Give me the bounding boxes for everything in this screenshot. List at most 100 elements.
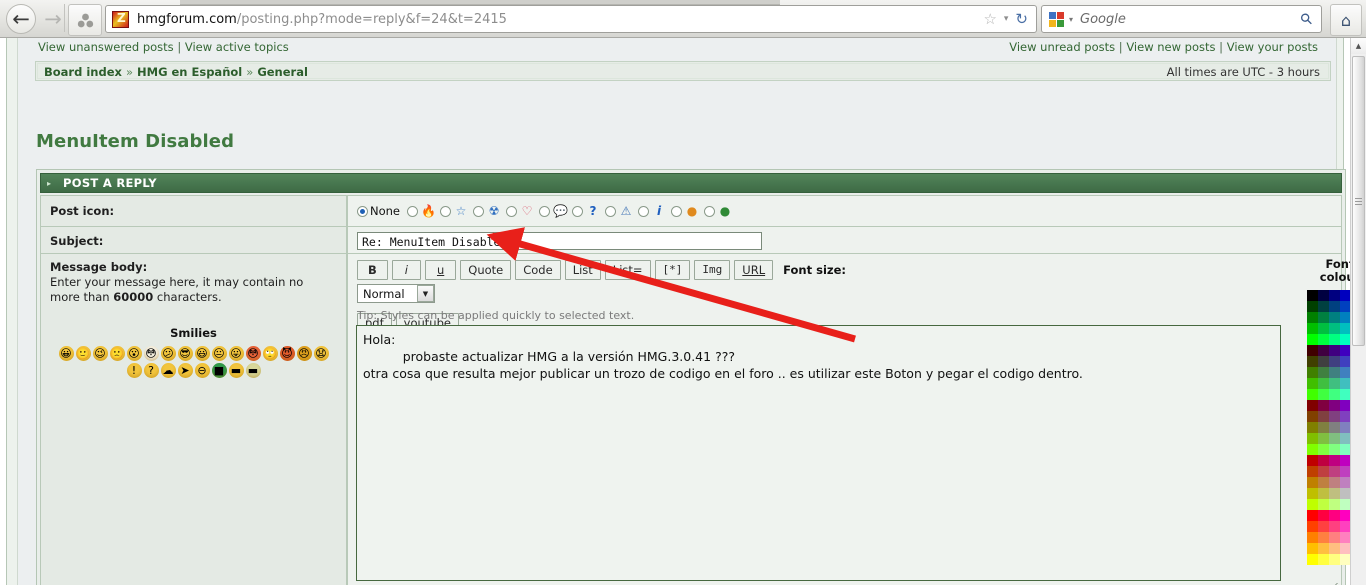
radio-radioactive[interactable] <box>473 205 485 217</box>
colour-swatch-ffff00[interactable] <box>1307 554 1318 565</box>
smiley-wink[interactable]: 😉 <box>92 346 108 361</box>
smiley-evil[interactable]: 😈 <box>279 346 295 361</box>
colour-swatch-0040bf[interactable] <box>1340 301 1350 312</box>
colour-swatch-804000[interactable] <box>1307 411 1318 422</box>
colour-swatch-004000[interactable] <box>1307 301 1318 312</box>
colour-swatch-bfbf80[interactable] <box>1329 488 1340 499</box>
post-icon-radio-none[interactable] <box>357 205 368 217</box>
italic-button[interactable]: i <box>391 260 421 280</box>
vertical-scrollbar[interactable]: ▲ <box>1350 38 1366 585</box>
link-view-your-posts[interactable]: View your posts <box>1227 40 1318 54</box>
smiley-shocked[interactable]: 😳 <box>143 346 159 361</box>
colour-swatch-bf4040[interactable] <box>1318 466 1329 477</box>
colour-swatch-bf0040[interactable] <box>1318 455 1329 466</box>
colour-swatch-ff00bf[interactable] <box>1340 510 1350 521</box>
search-input[interactable]: Google <box>1080 12 1126 27</box>
colour-swatch-ffff40[interactable] <box>1318 554 1329 565</box>
radio-question[interactable] <box>572 205 584 217</box>
colour-swatch-bf40bf[interactable] <box>1340 466 1350 477</box>
colour-swatch-804040[interactable] <box>1318 411 1329 422</box>
colour-swatch-80bf40[interactable] <box>1318 433 1329 444</box>
colour-swatch-404040[interactable] <box>1318 356 1329 367</box>
colour-swatch-bf8000[interactable] <box>1307 477 1318 488</box>
colour-swatch-80ff00[interactable] <box>1307 444 1318 455</box>
smiley-neutral[interactable]: 😐 <box>211 346 227 361</box>
radio-star[interactable] <box>440 205 452 217</box>
underline-button[interactable]: u <box>424 260 457 280</box>
colour-swatch-ffff80[interactable] <box>1329 554 1340 565</box>
smiley-eek[interactable]: 😧 <box>313 346 329 361</box>
colour-swatch-408080[interactable] <box>1329 367 1340 378</box>
colour-swatch-bfffbf[interactable] <box>1340 499 1350 510</box>
colour-swatch-000040[interactable] <box>1318 290 1329 301</box>
link-view-new-posts[interactable]: View new posts <box>1126 40 1215 54</box>
message-textarea[interactable]: Hola: probaste actualizar HMG a la versi… <box>356 325 1281 581</box>
url-bar[interactable]: hmgforum.com/posting.php?mode=reply&f=24… <box>105 5 1037 33</box>
colour-swatch-bf4000[interactable] <box>1307 466 1318 477</box>
quote-button[interactable]: Quote <box>460 260 512 280</box>
colour-swatch-004080[interactable] <box>1329 301 1340 312</box>
smiley-ugeek[interactable]: ▬ <box>245 363 261 378</box>
radio-flame[interactable] <box>407 205 419 217</box>
smiley-razz[interactable]: 😛 <box>228 346 244 361</box>
post-icon-option-question[interactable]: ? <box>572 204 600 218</box>
breadcrumb-item-hmg-en-espanol[interactable]: HMG en Español <box>137 65 242 79</box>
colour-swatch-008000[interactable] <box>1307 312 1318 323</box>
colour-swatch-80bfbf[interactable] <box>1340 433 1350 444</box>
colour-swatch-800000[interactable] <box>1307 400 1318 411</box>
colour-swatch-00bfbf[interactable] <box>1340 323 1350 334</box>
smiley-twisted[interactable]: 😠 <box>296 346 312 361</box>
colour-swatch-00ff80[interactable] <box>1329 334 1340 345</box>
colour-swatch-ff8040[interactable] <box>1318 532 1329 543</box>
smiley-confused[interactable]: 😕 <box>160 346 176 361</box>
colour-swatch-000080[interactable] <box>1329 290 1340 301</box>
smiley-laugh[interactable]: 😃 <box>194 346 210 361</box>
colour-swatch-408000[interactable] <box>1307 367 1318 378</box>
back-button[interactable]: ← <box>6 4 36 34</box>
colour-swatch-80bf00[interactable] <box>1307 433 1318 444</box>
colour-swatch-404080[interactable] <box>1329 356 1340 367</box>
radio-heart[interactable] <box>506 205 518 217</box>
colour-swatch-80ff80[interactable] <box>1329 444 1340 455</box>
colour-swatch-40bf00[interactable] <box>1307 378 1318 389</box>
colour-swatch-404000[interactable] <box>1307 356 1318 367</box>
breadcrumb-item-board-index[interactable]: Board index <box>44 65 122 79</box>
search-icon[interactable]: ⚲ <box>1296 9 1317 30</box>
star-icon[interactable]: ☆ <box>983 10 996 28</box>
colour-swatch-ff4040[interactable] <box>1318 521 1329 532</box>
colour-swatch-0080bf[interactable] <box>1340 312 1350 323</box>
colour-swatch-400040[interactable] <box>1318 345 1329 356</box>
colour-swatch-ffbfbf[interactable] <box>1340 543 1350 554</box>
colour-swatch-bf00bf[interactable] <box>1340 455 1350 466</box>
colour-swatch-ff0040[interactable] <box>1318 510 1329 521</box>
post-icon-option-info[interactable]: i <box>638 204 666 218</box>
colour-swatch-ffffbf[interactable] <box>1340 554 1350 565</box>
colour-swatch-0000bf[interactable] <box>1340 290 1350 301</box>
colour-swatch-00bf80[interactable] <box>1329 323 1340 334</box>
smiley-sad[interactable]: 🙁 <box>109 346 125 361</box>
list-item-button[interactable]: [*] <box>654 260 691 280</box>
colour-swatch-4040bf[interactable] <box>1340 356 1350 367</box>
colour-swatch-ffbf80[interactable] <box>1329 543 1340 554</box>
colour-swatch-00ff40[interactable] <box>1318 334 1329 345</box>
url-button[interactable]: URL <box>734 260 774 280</box>
smiley-idea[interactable]: ☁ <box>160 363 176 378</box>
colour-swatch-400000[interactable] <box>1307 345 1318 356</box>
colour-swatch-008080[interactable] <box>1329 312 1340 323</box>
colour-swatch-40bfbf[interactable] <box>1340 378 1350 389</box>
search-engine-caret-icon[interactable]: ▾ <box>1069 15 1073 24</box>
radio-smile-orange[interactable] <box>671 205 683 217</box>
post-icon-option-warning[interactable]: ⚠ <box>605 204 633 218</box>
colour-swatch-000000[interactable] <box>1307 290 1318 301</box>
radio-speech[interactable] <box>539 205 551 217</box>
scrollbar-thumb[interactable] <box>1352 56 1365 346</box>
colour-swatch-400080[interactable] <box>1329 345 1340 356</box>
smiley-rolleyes[interactable]: 🙄 <box>262 346 278 361</box>
colour-swatch-40ff80[interactable] <box>1329 389 1340 400</box>
colour-swatch-4080bf[interactable] <box>1340 367 1350 378</box>
smiley-neutral2[interactable]: ⊖ <box>194 363 210 378</box>
colour-swatch-80ffbf[interactable] <box>1340 444 1350 455</box>
colour-swatch-bfbf40[interactable] <box>1318 488 1329 499</box>
colour-swatch-ff8000[interactable] <box>1307 532 1318 543</box>
chevron-down-icon[interactable]: ▾ <box>1004 14 1009 24</box>
